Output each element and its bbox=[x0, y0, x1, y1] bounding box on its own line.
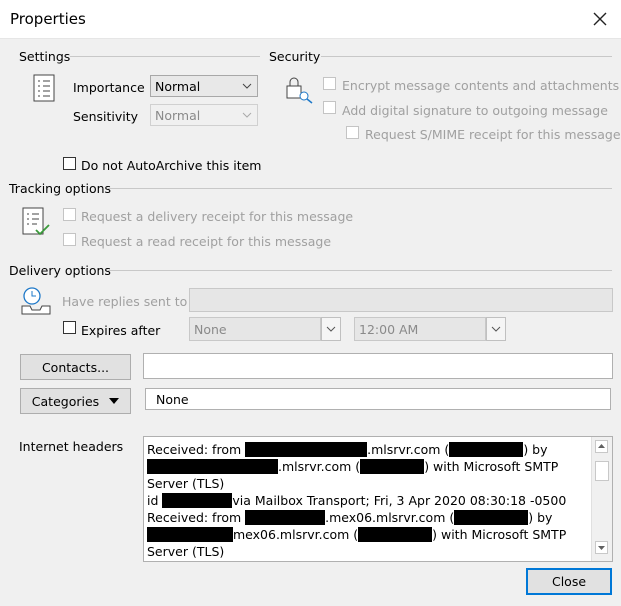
contacts-input[interactable] bbox=[143, 353, 613, 379]
importance-select[interactable]: Normal bbox=[150, 75, 258, 97]
close-button[interactable]: Close bbox=[526, 568, 612, 595]
close-icon bbox=[593, 12, 607, 26]
lock-icon bbox=[284, 74, 314, 107]
chevron-down-icon bbox=[326, 326, 336, 332]
expires-date-dropdown[interactable] bbox=[321, 317, 341, 341]
smime-label: Request S/MIME receipt for this message bbox=[365, 127, 621, 142]
header-line: Server (TLS) bbox=[147, 544, 225, 559]
close-window-button[interactable] bbox=[586, 5, 614, 33]
settings-heading: Settings bbox=[19, 49, 71, 64]
chevron-down-icon bbox=[491, 326, 501, 332]
tracking-checklist-icon bbox=[22, 207, 52, 240]
contacts-button-label: Contacts... bbox=[41, 359, 110, 375]
redaction-block bbox=[147, 459, 278, 474]
header-line: .mlsrvr.com () with Microsoft SMTP bbox=[147, 459, 558, 474]
chevron-down-icon bbox=[242, 112, 252, 118]
redaction-block bbox=[245, 510, 326, 525]
window-title: Properties bbox=[10, 10, 86, 28]
delivery-heading: Delivery options bbox=[9, 263, 111, 278]
header-line: Server (TLS) bbox=[147, 476, 225, 491]
sensitivity-label: Sensitivity bbox=[73, 109, 139, 124]
replies-input[interactable] bbox=[189, 288, 613, 312]
header-line: Received: from .mex06.mlsrvr.com () by bbox=[147, 510, 553, 525]
scroll-thumb[interactable] bbox=[595, 461, 609, 481]
title-bar bbox=[0, 0, 621, 39]
security-divider bbox=[321, 56, 612, 57]
signature-checkbox[interactable] bbox=[323, 101, 336, 114]
autoarchive-checkbox[interactable] bbox=[63, 157, 76, 170]
security-heading: Security bbox=[269, 49, 321, 64]
redaction-block bbox=[360, 459, 425, 474]
tracking-heading: Tracking options bbox=[9, 181, 112, 196]
autoarchive-label: Do not AutoArchive this item bbox=[81, 158, 262, 173]
categories-button[interactable]: Categories bbox=[20, 388, 131, 414]
header-line: Received: from .mlsrvr.com () by bbox=[147, 442, 548, 457]
delivery-receipt-label: Request a delivery receipt for this mess… bbox=[81, 209, 354, 224]
categories-button-label: Categories bbox=[31, 393, 100, 409]
expires-time-input[interactable]: 12:00 AM bbox=[354, 317, 486, 341]
delivery-receipt-checkbox[interactable] bbox=[63, 208, 76, 221]
sensitivity-select[interactable]: Normal bbox=[150, 104, 258, 126]
sensitivity-value: Normal bbox=[155, 107, 201, 123]
expires-checkbox[interactable] bbox=[63, 321, 76, 334]
scroll-up-icon[interactable] bbox=[595, 440, 608, 456]
internet-headers-textbox[interactable]: Received: from .mlsrvr.com () by .mlsrvr… bbox=[143, 436, 613, 562]
redaction-block bbox=[162, 493, 233, 508]
importance-label: Importance bbox=[73, 80, 145, 95]
redaction-block bbox=[147, 527, 233, 542]
dropdown-arrow-icon bbox=[109, 398, 120, 404]
redaction-block bbox=[245, 442, 368, 457]
chevron-down-icon bbox=[242, 83, 252, 89]
smime-checkbox[interactable] bbox=[346, 126, 359, 139]
internet-headers-label: Internet headers bbox=[19, 439, 124, 454]
headers-scrollbar[interactable] bbox=[591, 437, 612, 561]
expires-label: Expires after bbox=[81, 323, 161, 338]
delivery-divider bbox=[108, 270, 612, 271]
categories-value: None bbox=[145, 388, 611, 410]
scroll-down-icon[interactable] bbox=[595, 541, 608, 557]
redaction-block bbox=[358, 527, 433, 542]
replies-label: Have replies sent to bbox=[62, 294, 188, 309]
importance-value: Normal bbox=[155, 78, 201, 94]
header-line: mex06.mlsrvr.com () with Microsoft SMTP bbox=[147, 527, 566, 542]
encrypt-label: Encrypt message contents and attachments bbox=[342, 78, 620, 93]
expires-time-dropdown[interactable] bbox=[486, 317, 506, 341]
expires-date-input[interactable]: None bbox=[189, 317, 321, 341]
read-receipt-checkbox[interactable] bbox=[63, 233, 76, 246]
contacts-button[interactable]: Contacts... bbox=[20, 354, 131, 380]
close-button-label: Close bbox=[551, 574, 587, 589]
tracking-divider bbox=[108, 188, 612, 189]
redaction-block bbox=[449, 442, 524, 457]
encrypt-checkbox[interactable] bbox=[323, 77, 336, 90]
clock-inbox-icon bbox=[20, 286, 52, 319]
settings-list-icon bbox=[33, 74, 55, 105]
signature-label: Add digital signature to outgoing messag… bbox=[342, 103, 608, 118]
settings-divider bbox=[70, 56, 260, 57]
redaction-block bbox=[454, 510, 529, 525]
header-line: id via Mailbox Transport; Fri, 3 Apr 202… bbox=[147, 493, 567, 508]
read-receipt-label: Request a read receipt for this message bbox=[81, 234, 332, 249]
